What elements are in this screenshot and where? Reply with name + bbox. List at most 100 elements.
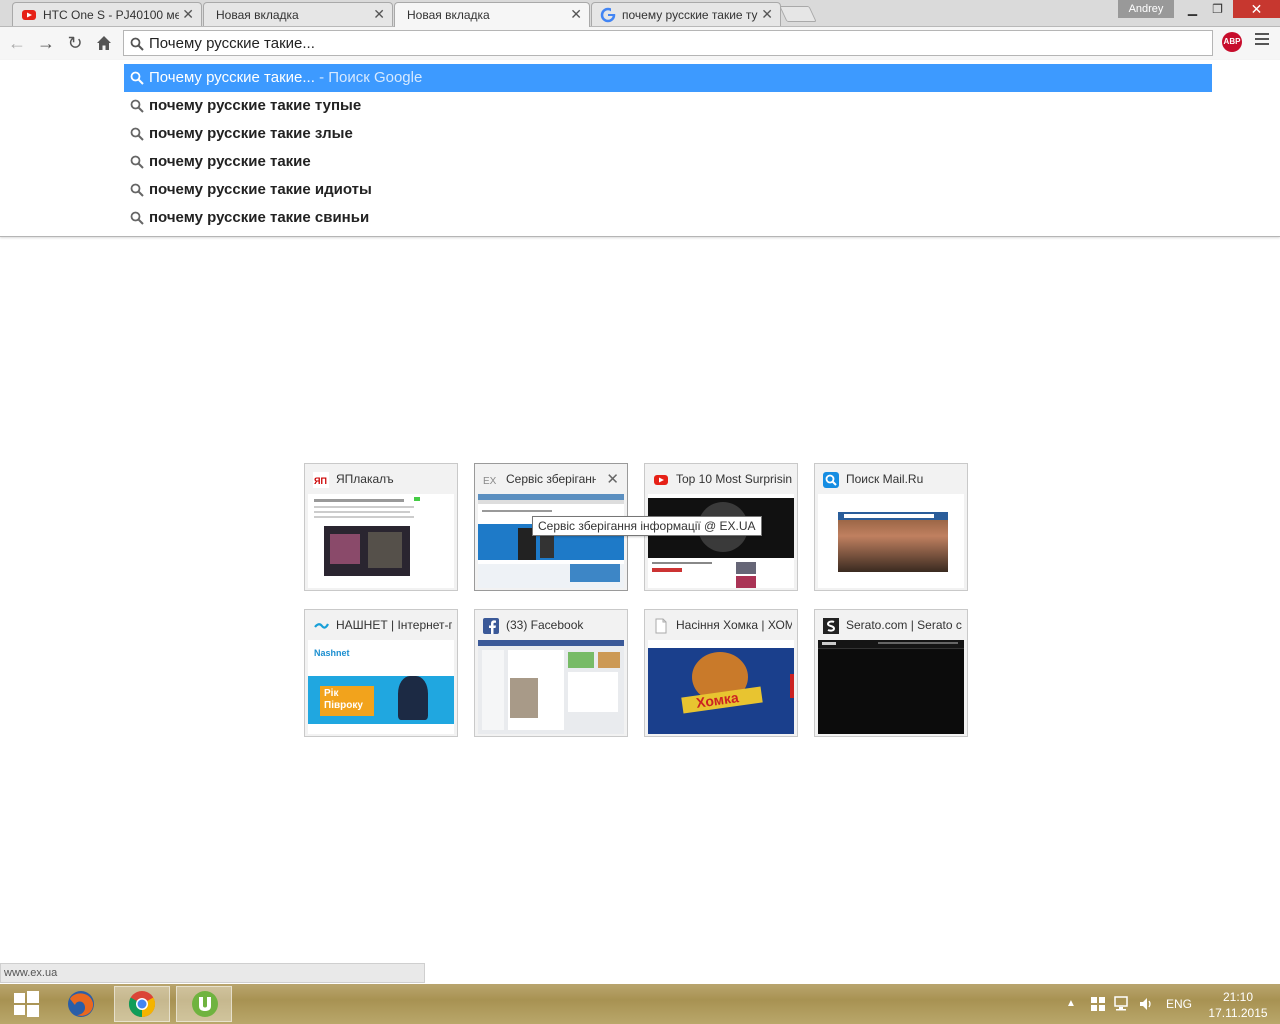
clock[interactable]: 21:10 17.11.2015	[1203, 989, 1273, 1021]
forward-arrow-icon[interactable]: →	[35, 32, 57, 54]
close-icon[interactable]: ✕	[761, 6, 773, 23]
serato-icon	[823, 618, 839, 634]
suggestion-item[interactable]: Почему русские такие... - Поиск Google	[124, 64, 1212, 92]
tile-serato[interactable]: Serato.com | Serato c	[814, 609, 968, 737]
tile-thumbnail	[478, 494, 624, 588]
tab-title: Новая вкладка	[407, 8, 490, 22]
utorrent-icon	[192, 991, 218, 1017]
clock-time: 21:10	[1222, 990, 1254, 1004]
facebook-icon	[483, 618, 499, 634]
tile-thumbnail: Nashnet Рік Півроку	[308, 640, 454, 734]
suggestion-text: Почему русские такие...	[149, 69, 315, 86]
suggestion-hint: - Поиск Google	[319, 69, 423, 86]
windows-logo-icon	[14, 991, 39, 1017]
suggestion-item[interactable]: почему русские такие свиньи	[124, 204, 1212, 232]
tile-thumbnail	[818, 640, 964, 734]
new-tab-button[interactable]	[779, 6, 817, 22]
adblock-plus-icon[interactable]: ABP	[1222, 32, 1242, 52]
window-close-icon[interactable]: ✕	[1233, 0, 1280, 18]
minimize-icon[interactable]: ▁	[1179, 0, 1206, 18]
status-bar: www.ex.ua	[0, 963, 425, 983]
yaplakal-icon: ЯП	[313, 472, 329, 488]
tile-thumbnail	[478, 640, 624, 734]
network-icon[interactable]	[1113, 996, 1131, 1012]
close-icon[interactable]: ✕	[373, 6, 385, 23]
search-icon	[130, 127, 144, 141]
taskbar-utorrent[interactable]	[176, 986, 232, 1022]
tab-title: почему русские такие ту	[622, 8, 758, 22]
tab-htc[interactable]: HTC One S - PJ40100 мен ✕	[12, 2, 202, 26]
volume-icon[interactable]	[1138, 996, 1154, 1012]
tile-nashnet[interactable]: НАШНЕТ | Інтернет-п Nashnet Рік Півроку	[304, 609, 458, 737]
tab-google-search[interactable]: почему русские такие ту ✕	[591, 2, 781, 26]
tile-mailru-search[interactable]: Поиск Mail.Ru	[814, 463, 968, 591]
tile-title: Поиск Mail.Ru	[846, 472, 924, 486]
language-indicator[interactable]: ENG	[1166, 997, 1192, 1011]
nashnet-promo-2: Півроку	[324, 700, 363, 711]
address-bar[interactable]: Почему русские такие...	[123, 30, 1213, 56]
nashnet-promo-1: Рік	[324, 688, 339, 699]
suggestion-text: почему русские такие свиньи	[149, 209, 370, 226]
suggestion-item[interactable]: почему русские такие злые	[124, 120, 1212, 148]
tab-title: Новая вкладка	[216, 8, 299, 22]
search-icon	[130, 155, 144, 169]
taskbar-chrome[interactable]	[114, 986, 170, 1022]
svg-text:EX: EX	[483, 476, 497, 487]
youtube-icon	[22, 10, 36, 20]
suggestion-item[interactable]: почему русские такие тупые	[124, 92, 1212, 120]
tile-title: ЯПлакалъ	[336, 472, 394, 486]
svg-text:ЯП: ЯП	[314, 476, 327, 486]
tile-title: (33) Facebook	[506, 618, 584, 632]
chrome-menu-icon[interactable]	[1255, 33, 1269, 48]
close-icon[interactable]: ✕	[570, 6, 582, 23]
search-icon	[130, 37, 144, 51]
tile-thumbnail	[308, 494, 454, 588]
toolbar: ← → ↻ Почему русские такие... ABP	[0, 27, 1280, 60]
nashnet-brand: Nashnet	[314, 648, 350, 658]
omnibox-suggestions: Почему русские такие... - Поиск Google п…	[0, 60, 1280, 237]
restore-icon[interactable]: ❐	[1204, 0, 1231, 18]
search-icon	[130, 71, 144, 85]
home-icon[interactable]	[93, 32, 115, 54]
tile-khomka[interactable]: Насіння Хомка | ХОМ Хомка	[644, 609, 798, 737]
tab-new-2[interactable]: Новая вкладка ✕	[394, 2, 590, 27]
firefox-icon	[68, 991, 94, 1017]
search-icon	[130, 211, 144, 225]
back-arrow-icon[interactable]: ←	[6, 32, 28, 54]
suggestion-text: почему русские такие тупые	[149, 97, 362, 114]
tile-facebook[interactable]: (33) Facebook	[474, 609, 628, 737]
tile-thumbnail: Хомка	[648, 640, 794, 734]
taskbar-firefox[interactable]	[54, 986, 110, 1022]
suggestion-text: почему русские такие злые	[149, 125, 353, 142]
tab-strip: HTC One S - PJ40100 мен ✕ Новая вкладка …	[0, 0, 1280, 27]
address-bar-text: Почему русские такие...	[149, 35, 315, 52]
tile-yaplakal[interactable]: ЯП ЯПлакалъ	[304, 463, 458, 591]
tile-title: Serato.com | Serato c	[846, 618, 962, 632]
close-icon[interactable]: ✕	[182, 6, 194, 23]
tile-title: Насіння Хомка | ХОМ	[676, 618, 792, 632]
profile-button[interactable]: Andrey	[1118, 0, 1174, 18]
tab-new-1[interactable]: Новая вкладка ✕	[203, 2, 393, 26]
suggestion-text: почему русские такие идиоты	[149, 181, 372, 198]
suggestion-item[interactable]: почему русские такие идиоты	[124, 176, 1212, 204]
tab-title: HTC One S - PJ40100 мен	[43, 8, 179, 22]
tray-chevron-up-icon[interactable]: ▲	[1066, 998, 1076, 1009]
action-center-icon[interactable]	[1090, 996, 1106, 1012]
tile-title: НАШНЕТ | Інтернет-п	[336, 618, 452, 632]
suggestion-item[interactable]: почему русские такие	[124, 148, 1212, 176]
exua-icon: EX	[483, 476, 497, 487]
nashnet-icon	[314, 623, 329, 629]
tile-thumbnail	[818, 494, 964, 588]
tile-title: Сервіс зберігання	[506, 472, 596, 486]
page-icon	[655, 618, 667, 634]
google-icon	[600, 7, 616, 23]
tile-tooltip: Сервіс зберігання інформації @ EX.UA	[532, 516, 762, 536]
chrome-icon	[128, 991, 156, 1018]
youtube-icon	[654, 475, 668, 485]
mailru-search-icon	[823, 472, 839, 488]
taskbar: ▲ ENG 21:10 17.11.2015	[0, 984, 1280, 1024]
close-icon[interactable]: ✕	[606, 470, 619, 488]
start-button[interactable]	[0, 986, 56, 1022]
suggestion-text: почему русские такие	[149, 153, 311, 170]
reload-icon[interactable]: ↻	[64, 32, 86, 54]
